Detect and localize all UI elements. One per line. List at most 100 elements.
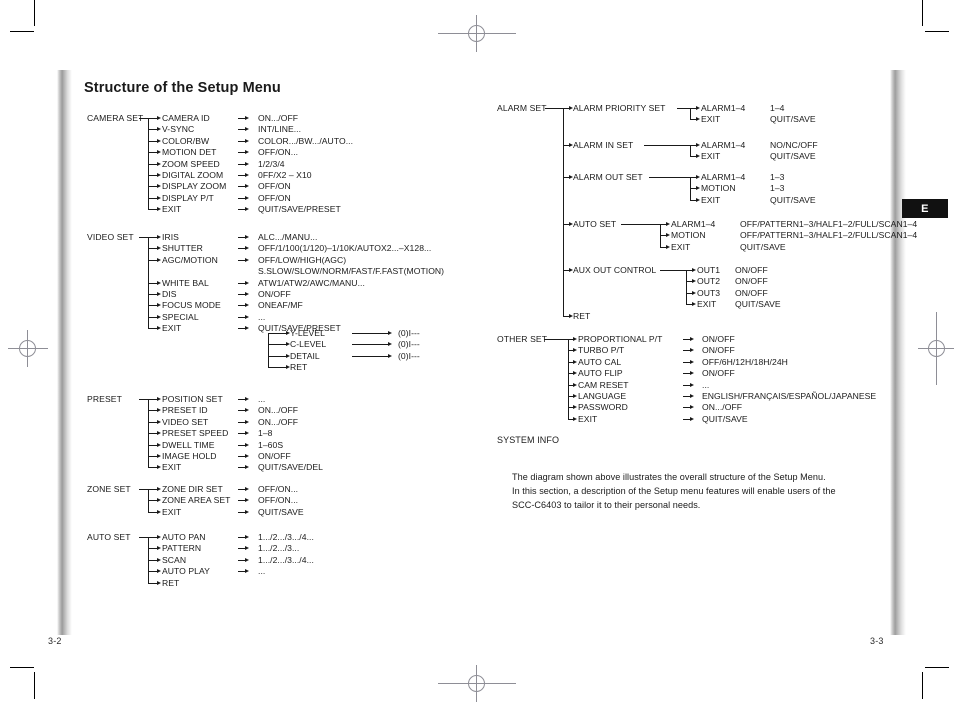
tree-subitem-label: DETAIL: [290, 350, 320, 361]
tree-item-value: OFF/ON...: [258, 484, 299, 494]
tree-value-arrow-1-2: [238, 259, 245, 261]
other-value-arrow-0-arrowhead: [690, 337, 694, 341]
tree-branch-2-6: [148, 467, 157, 469]
tree-value-arrow-0-7-arrowhead: [245, 195, 249, 200]
tree-item-label: PRESET SPEED: [162, 428, 229, 439]
tree-branch-1-4-arrowhead: [157, 280, 161, 285]
tree-item-value: QUIT/SAVE: [258, 506, 304, 517]
tree-item-label: VIDEO SET: [162, 416, 209, 427]
tree-branch-4-3-arrowhead: [157, 569, 161, 574]
other-branch-1-arrowhead: [573, 348, 577, 353]
tree-value-arrow-4-2: [238, 559, 245, 561]
alarm-subbranch-4-2-arrowhead: [692, 290, 696, 295]
tree-branch-4-1-arrowhead: [157, 546, 161, 551]
tree-value-arrow-2-5-arrowhead: [245, 454, 249, 458]
tree-item-value: OFF/LOW/HIGH(AGC): [258, 254, 347, 265]
tree-value-arrow-4-3-arrowhead: [245, 569, 249, 574]
tree-value-arrow-4-2-arrowhead: [245, 557, 249, 562]
tree-branch-0-8-arrowhead: [157, 207, 161, 212]
tree-item-label: EXIT: [162, 204, 182, 215]
tree-item-value: ...: [258, 311, 266, 322]
tree-item-value: OFF/ON: [258, 181, 291, 192]
tree-item-value: ALC.../MANU...: [258, 232, 318, 242]
tree-branch-4-2: [148, 559, 157, 561]
tree-branch-1-5: [148, 294, 157, 295]
tree-item-value: ATW1/ATW2/AWC/MANU...: [258, 277, 365, 288]
tree-value-arrow-2-0-arrowhead: [245, 397, 249, 401]
tree-branch-1-0-arrowhead: [157, 235, 161, 239]
other-value-arrow-0: [683, 339, 690, 340]
tree-value-arrow-1-0-arrowhead: [245, 235, 249, 239]
alarm-subbranch-2-0-arrowhead: [696, 175, 700, 179]
tree-item-label: MOTION: [671, 230, 706, 241]
tree-item-value: COLOR.../BW.../AUTO...: [258, 135, 354, 146]
tree-branch-2-3: [148, 433, 157, 435]
page-spine-left: [57, 70, 72, 635]
tree-subitem-value: (0)I---: [398, 350, 420, 361]
tree-item-value: OFF/1/100(1/120)–1/10K/AUTOX2...–X128...: [258, 243, 432, 254]
tree-subvalue-arrowhead-0: [388, 331, 392, 335]
tree-item-label: EXIT: [697, 299, 717, 310]
tree-branch-4-0: [148, 537, 157, 538]
tree-item-value: OFF/ON...: [258, 147, 299, 158]
alarm-subbranch-2-1-arrowhead: [696, 186, 700, 191]
tree-item-label: ALARM1–4: [701, 103, 746, 113]
tree-item-label: EXIT: [701, 114, 721, 125]
tree-item-label: PATTERN: [162, 543, 202, 554]
tree-item-value: QUIT/SAVE/DEL: [258, 462, 323, 473]
alarm-conn-0: [676, 108, 690, 109]
tree-branch-1-5-arrowhead: [157, 292, 161, 296]
tree-item-label: AGC/MOTION: [162, 254, 218, 265]
tree-item-label: CAM RESET: [578, 379, 629, 390]
tree-item-value: ON.../OFF: [702, 402, 743, 413]
tree-item-label: DIGITAL ZOOM: [162, 170, 224, 180]
tree-value-arrow-2-6: [238, 467, 245, 469]
other-value-arrow-4: [683, 384, 690, 386]
tree-value-arrow-0-8: [238, 209, 245, 211]
tree-branch-0-3-arrowhead: [157, 150, 161, 155]
tree-item-label: MOTION: [701, 183, 736, 194]
other-value-arrow-3-arrowhead: [690, 371, 694, 376]
tree-branch-1-1-arrowhead: [157, 246, 161, 251]
alarm-subbranch-4-0-arrowhead: [692, 268, 696, 272]
tree-branch-1-7-arrowhead: [157, 314, 161, 319]
tree-branch-0-7: [148, 197, 157, 199]
tree-branch-1-7: [148, 316, 157, 318]
tree-item-label: EXIT: [162, 462, 182, 473]
alarm-subbranch-1-1-arrowhead: [696, 154, 700, 159]
tree-item-label: ALARM1–4: [671, 219, 716, 229]
tree-subbranch-0: [268, 333, 286, 334]
crop-mark-bottom-left-h: [10, 667, 34, 668]
tree-branch-4-1: [148, 548, 157, 550]
tree-item-value: 1–8: [258, 428, 273, 439]
tree-item-value: 0FF/X2 – X10: [258, 170, 312, 180]
tree-subvalue-rule-0: [352, 333, 388, 334]
alarm-subbranch-0-1-arrowhead: [696, 117, 700, 122]
tree-value-arrow-2-0: [238, 399, 245, 400]
tree-item-value: OFF/ON: [258, 192, 291, 203]
tree-item-label: EXIT: [701, 151, 721, 162]
tree-item-label: IMAGE HOLD: [162, 451, 217, 461]
tree-item-label: FOCUS MODE: [162, 300, 221, 311]
tree-subitem-label: C-LEVEL: [290, 339, 327, 350]
tree-item-value: INT/LINE...: [258, 124, 302, 135]
tree-branch-1-6: [148, 305, 157, 307]
tree-item-value: QUIT/SAVE: [770, 194, 816, 205]
tree-subspine: [268, 333, 269, 368]
crop-mark-top-right-v: [922, 0, 923, 26]
tree-value-arrow-4-1: [238, 548, 245, 550]
tree-branch-label: AUX OUT CONTROL: [573, 265, 657, 275]
tree-branch-3-2: [148, 511, 157, 513]
tree-item-value: S.SLOW/SLOW/NORM/FAST/F.FAST(MOTION): [258, 266, 445, 277]
tree-item-value: ON/OFF: [735, 287, 768, 298]
tree-item-value: 1/2/3/4: [258, 158, 285, 169]
tree-item-value: QUIT/SAVE: [740, 241, 786, 252]
tree-item-value: ON/OFF: [735, 276, 768, 287]
tree-item-label: IRIS: [162, 232, 179, 242]
description-line-2: In this section, a description of the Se…: [512, 486, 836, 497]
tree-value-arrow-2-5: [238, 456, 245, 457]
tree-value-arrow-0-0: [238, 118, 245, 119]
tree-branch-2-0-arrowhead: [157, 397, 161, 401]
tree-item-value: ON.../OFF: [258, 113, 299, 123]
tree-branch-1-4: [148, 282, 157, 284]
